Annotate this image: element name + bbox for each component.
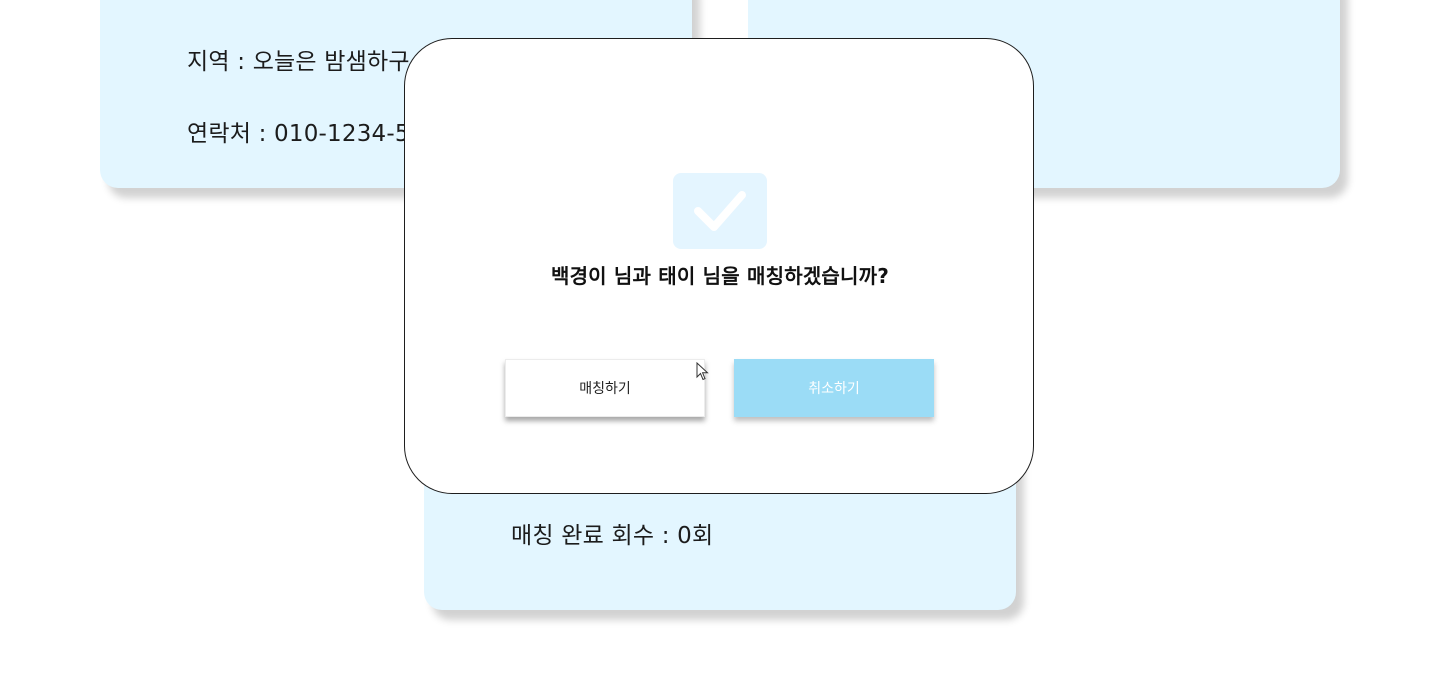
match-button[interactable]: 매칭하기 — [505, 359, 705, 417]
match-count-text: 매칭 완료 회수 : 0회 — [511, 523, 714, 549]
modal-message: 백경이 님과 태이 님을 매칭하겠습니까? — [550, 264, 890, 288]
page: 지역 : 오늘은 밤샘하구 연락처 : 010-1234-5 매칭 완료 회수 … — [0, 0, 1440, 699]
card-region-text: 지역 : 오늘은 밤샘하구 — [187, 49, 410, 75]
mouse-cursor-icon — [696, 362, 709, 381]
card-contact-text: 연락처 : 010-1234-5 — [187, 121, 410, 147]
match-confirm-modal: 백경이 님과 태이 님을 매칭하겠습니까? 매칭하기 취소하기 — [404, 38, 1034, 494]
cancel-button[interactable]: 취소하기 — [734, 359, 934, 417]
check-icon — [673, 173, 767, 249]
